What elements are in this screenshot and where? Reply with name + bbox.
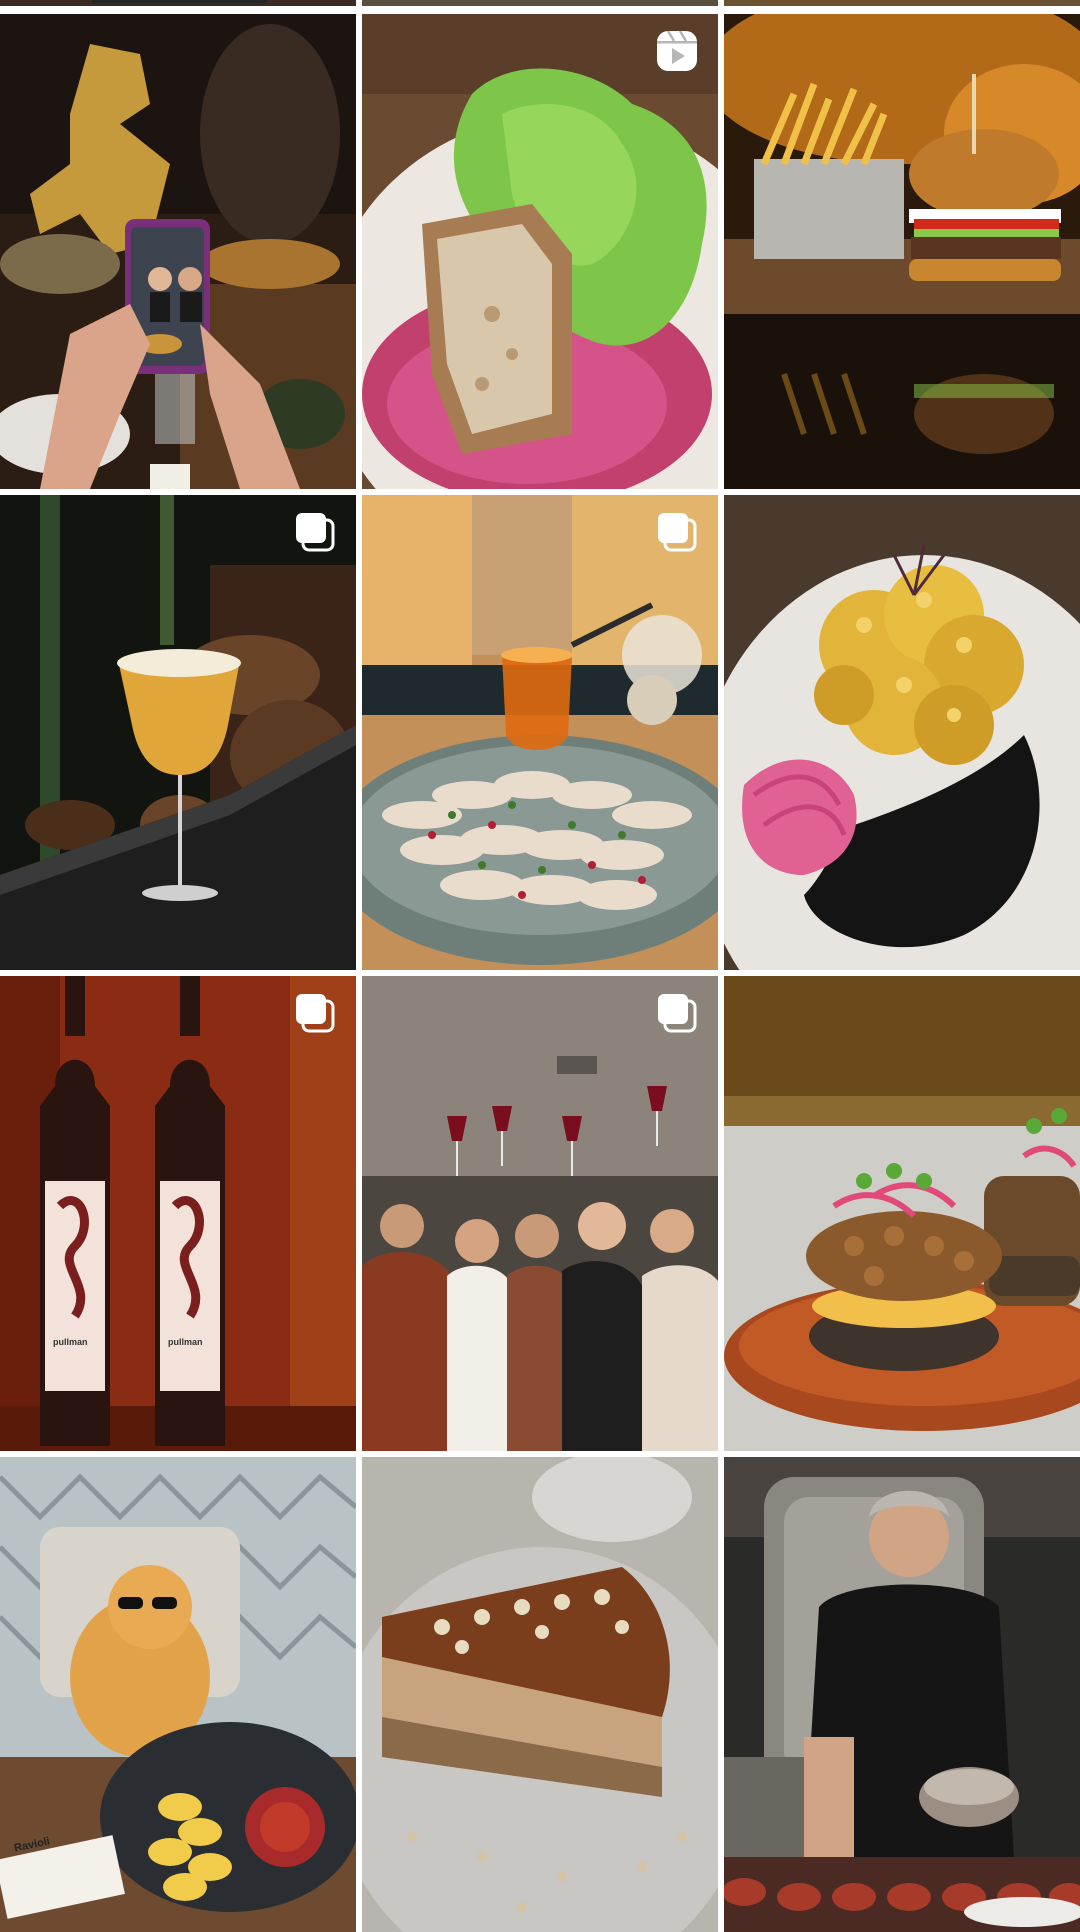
post-chef-cooking[interactable]	[724, 1457, 1080, 1932]
wine-label-right: pullman	[168, 1337, 203, 1347]
wine-bottles-image	[0, 976, 356, 1451]
post-chicken-platter[interactable]	[362, 495, 718, 970]
post-burger-fries[interactable]	[724, 14, 1080, 489]
beet-bread-image	[362, 14, 718, 489]
beer-glass-image	[0, 495, 356, 970]
post-toast-group[interactable]	[362, 976, 718, 1451]
carousel-icon	[654, 509, 700, 555]
people-silhouettes	[362, 1202, 718, 1451]
prev-row-fragment	[724, 0, 1080, 6]
toast-group-image	[362, 976, 718, 1451]
post-roasted-cauliflower[interactable]	[724, 495, 1080, 970]
top-strip	[0, 0, 1080, 14]
chef-cooking-image	[724, 1457, 1080, 1932]
tab-indicator	[92, 0, 267, 3]
carousel-icon	[654, 990, 700, 1036]
post-wine-bottles[interactable]: pullman pullman	[0, 976, 356, 1451]
cheesecake-image	[362, 1457, 718, 1932]
cat-chips-image	[0, 1457, 356, 1932]
posts-grid: pullman pullman Ravioli	[0, 14, 1080, 1932]
carousel-icon	[292, 509, 338, 555]
post-fried-sandwich[interactable]	[724, 976, 1080, 1451]
post-cat-chips[interactable]: Ravioli	[0, 1457, 356, 1932]
fried-sandwich-image	[724, 976, 1080, 1451]
chicken-platter-image	[362, 495, 718, 970]
wine-label-left: pullman	[53, 1337, 88, 1347]
post-cheesecake[interactable]	[362, 1457, 718, 1932]
roasted-cauliflower-image	[724, 495, 1080, 970]
carousel-icon	[292, 990, 338, 1036]
party-photo-image	[0, 14, 356, 489]
post-beer-glass[interactable]	[0, 495, 356, 970]
post-party-photo[interactable]	[0, 14, 356, 489]
post-beet-bread[interactable]	[362, 14, 718, 489]
burger-fries-image	[724, 14, 1080, 489]
reel-icon	[654, 28, 700, 74]
prev-row-fragment	[362, 0, 718, 6]
